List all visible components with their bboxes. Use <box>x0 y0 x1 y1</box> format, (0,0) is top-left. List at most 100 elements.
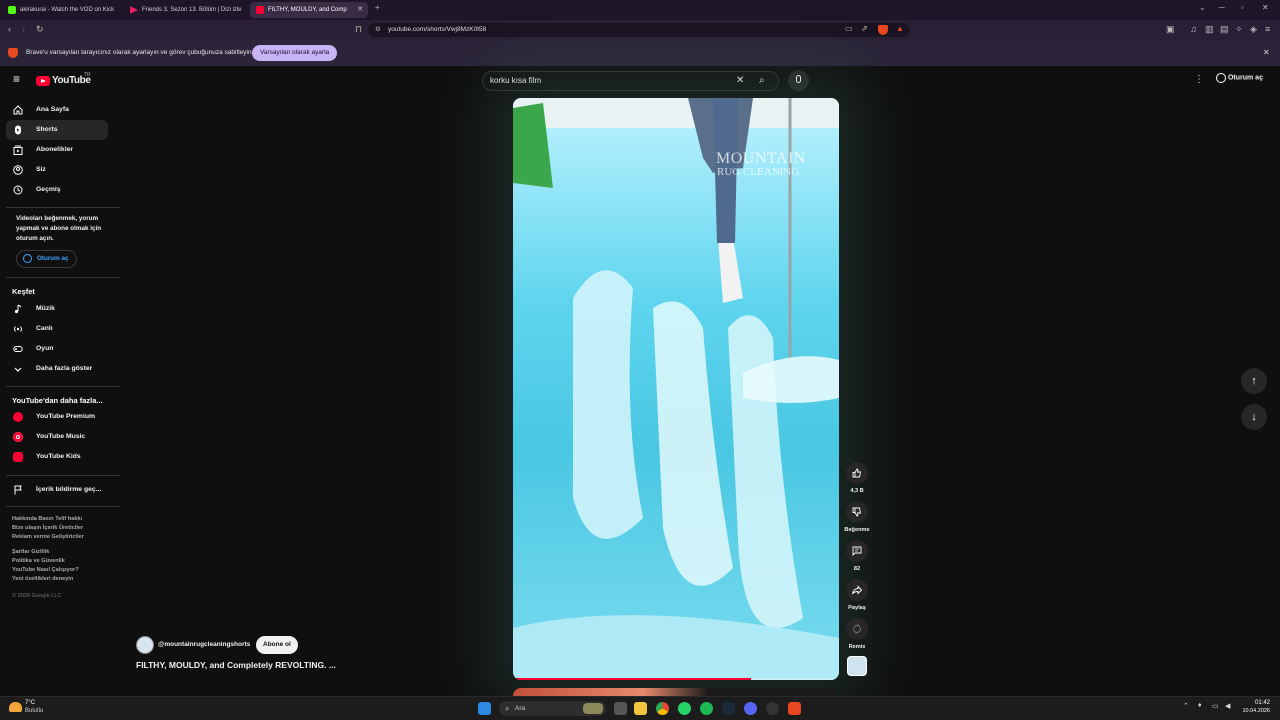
sidebar-item-youtube-premium[interactable]: YouTube Premium <box>6 407 108 427</box>
thumbs-up-icon <box>852 468 862 478</box>
bookmark-icon[interactable]: ⊓ <box>355 24 362 35</box>
vpn-icon[interactable]: ◈ <box>1250 24 1257 35</box>
tab-search-icon[interactable]: ⌄ <box>1199 3 1206 12</box>
notice-close-icon[interactable]: ✕ <box>1263 48 1270 57</box>
address-bar[interactable]: ⚙ youtube.com/shorts/Vwj8MzK0t58 <box>368 23 910 37</box>
channel-avatar[interactable] <box>136 636 154 654</box>
clear-search-icon[interactable]: ✕ <box>736 72 744 90</box>
media-icon[interactable]: ♫ <box>1190 24 1197 34</box>
new-tab-button[interactable]: + <box>375 3 380 12</box>
taskbar-search[interactable]: ⌕ Ara <box>499 701 606 716</box>
sidebar-signin-button[interactable]: Oturum aç <box>16 250 77 268</box>
shorts-video-player[interactable]: MOUNTAIN RUG CLEANING <box>513 98 839 680</box>
sidebar-item-home[interactable]: Ana Sayfa <box>6 100 108 120</box>
next-short-button[interactable]: ↓ <box>1241 404 1267 430</box>
search-icon[interactable]: ⌕ <box>759 72 765 90</box>
dislike-button[interactable] <box>846 501 868 523</box>
sidebar-divider <box>6 386 120 387</box>
sidebar-item-shorts[interactable]: Shorts <box>6 120 108 140</box>
sidebar-item-gaming[interactable]: Oyun <box>6 339 108 359</box>
share-label: Paylaş <box>848 605 866 611</box>
maximize-icon[interactable]: ▫ <box>1241 3 1244 12</box>
sidebar-item-report-history[interactable]: İçerik bildirme geç... <box>6 480 108 500</box>
file-explorer-icon[interactable] <box>634 702 647 715</box>
brave-rewards-icon[interactable]: ▲ <box>896 24 904 33</box>
youtube-play-logo-icon <box>36 76 50 86</box>
browser-tab-kick[interactable]: akirakurai - Watch the VOD on Kick <box>2 2 122 18</box>
close-tab-icon[interactable]: ✕ <box>357 2 363 18</box>
subscribe-button[interactable]: Abone ol <box>256 636 298 654</box>
windows-taskbar: 7°C Bulutlu ⌕ Ara ⌃ ♦ ▭ ◀ 01:42 10.04.20… <box>0 696 1280 720</box>
weather-icon[interactable] <box>9 702 22 712</box>
search-highlight-icon <box>583 703 603 714</box>
sidebar-item-music[interactable]: Müzik <box>6 299 108 319</box>
forward-icon[interactable]: › <box>22 24 25 34</box>
volume-icon[interactable]: ◀ <box>1225 702 1230 710</box>
brave-shields-icon[interactable] <box>878 25 888 35</box>
window-close-icon[interactable]: ✕ <box>1262 3 1269 12</box>
voice-search-button[interactable] <box>788 70 809 91</box>
wallet-icon[interactable]: ▣ <box>1166 24 1175 35</box>
channel-name[interactable]: @mountainrugcleaningshorts <box>158 641 250 648</box>
brave-browser-icon[interactable] <box>788 702 801 715</box>
next-short-preview[interactable] <box>513 688 839 696</box>
task-view-icon[interactable] <box>614 702 627 715</box>
sidebar-item-live[interactable]: Canlı <box>6 319 108 339</box>
puzzle-icon[interactable]: ✧ <box>1235 24 1243 35</box>
history-icon <box>13 185 23 195</box>
minimize-icon[interactable]: ─ <box>1219 3 1225 12</box>
watermark-line2: RUG CLEANING <box>717 166 800 178</box>
discord-icon[interactable] <box>744 702 757 715</box>
sidebar-footer-links[interactable]: Hakkında Basın Telif hakkı Bize ulaşın İ… <box>12 515 84 542</box>
share-button[interactable] <box>846 579 868 601</box>
search-input[interactable]: korku kısa film ✕ ⌕ <box>482 71 779 91</box>
extensions-icon[interactable]: ▤ <box>1220 24 1229 35</box>
arrow-up-icon: ↑ <box>1251 375 1257 387</box>
share-page-icon[interactable]: ⇗ <box>861 24 868 33</box>
chrome-icon[interactable] <box>656 702 669 715</box>
like-button[interactable] <box>846 462 868 484</box>
remix-button[interactable] <box>846 618 868 640</box>
browser-tab-youtube[interactable]: FILTHY, MOULDY, and Comp ✕ <box>250 2 368 18</box>
comments-button[interactable] <box>846 540 868 562</box>
tray-app-icon[interactable]: ♦ <box>1198 702 1202 709</box>
tray-overflow-icon[interactable]: ⌃ <box>1183 702 1189 710</box>
network-icon[interactable]: ▭ <box>1212 702 1219 710</box>
browser-tab-friends[interactable]: Friends 3. Sezon 13. Bölüm | Dizi izle <box>124 2 244 18</box>
set-default-button[interactable]: Varsayılan olarak ayarla <box>252 45 338 61</box>
whatsapp-icon[interactable] <box>678 702 691 715</box>
reload-icon[interactable]: ↻ <box>36 24 44 35</box>
sidebar-item-youtube-kids[interactable]: YouTube Kids <box>6 447 108 467</box>
app-icon[interactable] <box>766 702 779 715</box>
previous-short-button[interactable]: ↑ <box>1241 368 1267 394</box>
sidebar-item-subscriptions[interactable]: Abonelikler <box>6 140 108 160</box>
menu-icon[interactable]: ≡ <box>1265 24 1270 34</box>
steam-icon[interactable] <box>722 702 735 715</box>
account-icon <box>23 254 32 263</box>
video-progress-fill <box>513 678 751 680</box>
clock-date[interactable]: 10.04.2026 <box>1236 708 1270 714</box>
sidebar-item-history[interactable]: Geçmiş <box>6 180 108 200</box>
sign-in-button[interactable]: Oturum aç <box>1216 73 1263 83</box>
search-icon: ⌕ <box>505 704 510 713</box>
back-icon[interactable]: ‹ <box>8 24 11 34</box>
cast-icon[interactable]: ▭ <box>845 24 853 33</box>
more-from-youtube-heading: YouTube'dan daha fazla... <box>12 396 103 405</box>
browser-tab-strip: akirakurai - Watch the VOD on Kick Frien… <box>0 0 1280 20</box>
home-icon <box>13 105 23 115</box>
hamburger-menu-icon[interactable]: ≡ <box>13 72 20 86</box>
site-info-icon[interactable]: ⚙ <box>375 23 381 37</box>
sidebar-footer-policy-links[interactable]: Şartlar Gizlilik Politika ve Güvenlik Yo… <box>12 548 79 584</box>
kick-favicon-icon <box>8 6 16 14</box>
sidebar-item-you[interactable]: Siz <box>6 160 108 180</box>
audio-source-thumbnail[interactable] <box>847 656 867 676</box>
windows-start-icon[interactable] <box>478 702 491 715</box>
more-options-icon[interactable]: ⋮ <box>1194 74 1204 85</box>
clock-time[interactable]: 01:42 <box>1242 700 1270 706</box>
spotify-icon[interactable] <box>700 702 713 715</box>
video-progress-track[interactable] <box>513 678 839 680</box>
video-title[interactable]: FILTHY, MOULDY, and Completely REVOLTING… <box>136 660 336 670</box>
sidebar-toggle-icon[interactable]: ▥ <box>1205 24 1214 35</box>
sidebar-item-show-more[interactable]: Daha fazla göster <box>6 359 108 379</box>
sidebar-item-youtube-music[interactable]: YouTube Music <box>6 427 108 447</box>
